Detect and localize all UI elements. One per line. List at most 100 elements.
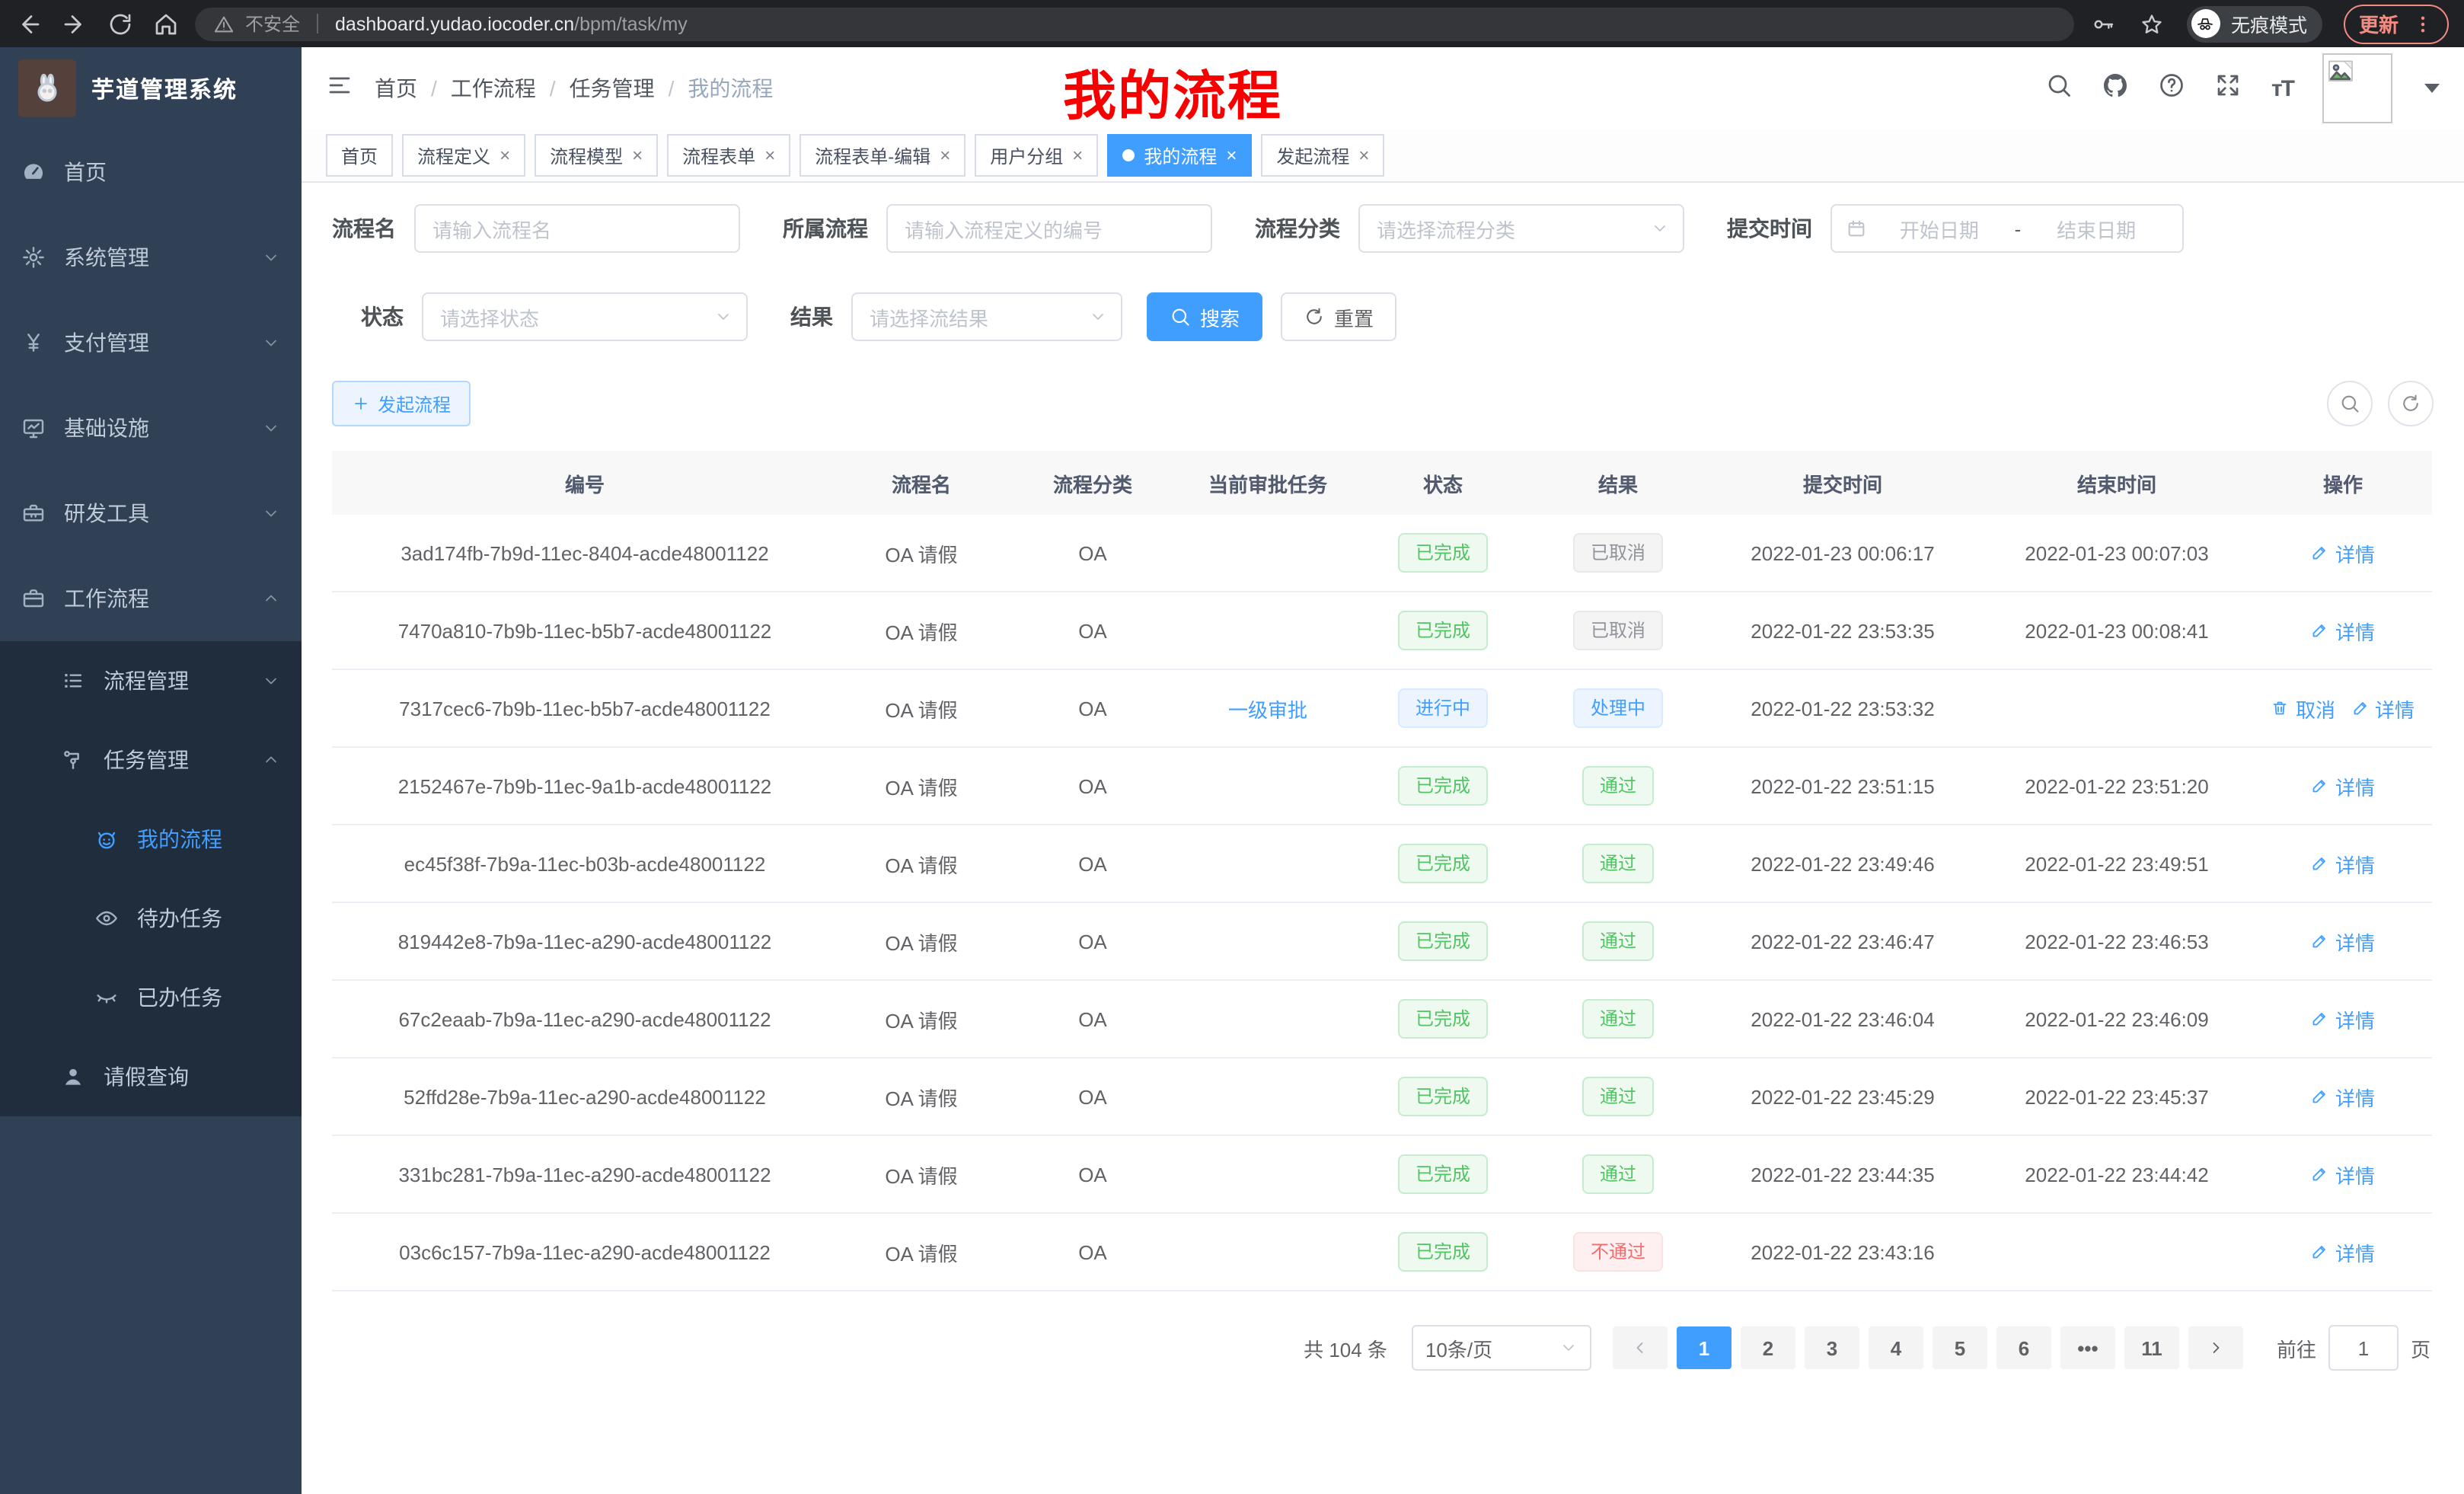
page-size-select[interactable]: 10条/页 (1412, 1325, 1591, 1371)
result-badge: 通过 (1583, 921, 1653, 961)
sidebar-item-workflow[interactable]: 工作流程 (0, 556, 302, 641)
sidebar-item-process-mgmt[interactable]: 流程管理 (0, 641, 302, 720)
submit-time-range-picker[interactable]: 开始日期 - 结束日期 (1830, 204, 2184, 253)
sidebar-item-devtools[interactable]: 研发工具 (0, 471, 302, 556)
breadcrumb-item[interactable]: 工作流程 (451, 73, 536, 104)
detail-action-link[interactable]: 详情 (2311, 849, 2375, 878)
cell-submit-time: 2022-01-22 23:46:47 (1706, 930, 1980, 953)
browser-menu-dots-icon[interactable] (2412, 13, 2434, 34)
start-process-button[interactable]: 发起流程 (332, 381, 471, 426)
sidebar-collapse-icon[interactable] (326, 71, 353, 106)
font-size-icon[interactable]: тT (2271, 75, 2293, 101)
breadcrumb-item[interactable]: 任务管理 (570, 73, 655, 104)
cell-actions: 详情 (2254, 616, 2432, 645)
sidebar-item-todo-tasks[interactable]: 待办任务 (0, 879, 302, 958)
cell-id: 7317cec6-7b9b-11ec-b5b7-acde48001122 (332, 697, 838, 720)
status-select[interactable]: 请选择状态 (422, 292, 748, 341)
cell-status: 已完成 (1355, 1077, 1530, 1116)
show-search-button[interactable] (2327, 381, 2373, 426)
tab-close-icon[interactable]: × (764, 146, 775, 164)
tab-process-form-edit[interactable]: 流程表单-编辑× (800, 134, 965, 177)
browser-reload-icon[interactable] (107, 10, 134, 37)
detail-action-link[interactable]: 详情 (2311, 1160, 2375, 1189)
sidebar-item-my-process[interactable]: 我的流程 (0, 800, 302, 879)
current-task-link[interactable]: 一级审批 (1228, 694, 1307, 723)
github-icon[interactable] (2102, 71, 2130, 106)
cell-end-time: 2022-01-22 23:45:37 (1980, 1085, 2254, 1108)
cell-status: 已完成 (1355, 766, 1530, 806)
avatar-dropdown-caret-icon[interactable] (2424, 84, 2440, 93)
cell-status: 已完成 (1355, 1154, 1530, 1194)
sidebar-item-home[interactable]: 首页 (0, 129, 302, 215)
detail-action-link[interactable]: 详情 (2311, 1237, 2375, 1266)
prev-page-button[interactable] (1613, 1326, 1668, 1369)
filter-result-label: 结果 (790, 302, 833, 332)
tab-close-icon[interactable]: × (1072, 146, 1083, 164)
tab-close-icon[interactable]: × (1358, 146, 1369, 164)
reset-button[interactable]: 重置 (1281, 292, 1396, 341)
cancel-action-link[interactable]: 取消 (2271, 694, 2335, 723)
browser-forward-icon[interactable] (61, 10, 88, 37)
cell-actions: 详情 (2254, 771, 2432, 800)
sidebar-item-infra[interactable]: 基础设施 (0, 385, 302, 471)
detail-action-link[interactable]: 详情 (2311, 771, 2375, 800)
tab-close-icon[interactable]: × (632, 146, 643, 164)
fullscreen-icon[interactable] (2215, 71, 2242, 106)
password-key-icon[interactable] (2089, 10, 2117, 37)
page-button-11[interactable]: 11 (2124, 1326, 2179, 1369)
browser-back-icon[interactable] (15, 10, 43, 37)
cell-submit-time: 2022-01-22 23:46:04 (1706, 1007, 1980, 1030)
detail-action-link[interactable]: 详情 (2311, 616, 2375, 645)
tab-start-process[interactable]: 发起流程× (1261, 134, 1384, 177)
detail-action-link[interactable]: 详情 (2311, 1082, 2375, 1111)
bookmark-star-icon[interactable] (2138, 10, 2166, 37)
sidebar-item-system[interactable]: 系统管理 (0, 215, 302, 300)
page-button-2[interactable]: 2 (1741, 1326, 1795, 1369)
detail-action-link[interactable]: 详情 (2351, 694, 2415, 723)
detail-action-link[interactable]: 详情 (2311, 1004, 2375, 1033)
page-button-5[interactable]: 5 (1933, 1326, 1987, 1369)
sidebar-item-task-mgmt[interactable]: 任务管理 (0, 720, 302, 800)
address-bar[interactable]: 不安全 dashboard.yudao.iocoder.cn/bpm/task/… (195, 7, 2074, 40)
tab-home[interactable]: 首页 (326, 134, 393, 177)
sidebar-item-done-tasks[interactable]: 已办任务 (0, 958, 302, 1037)
briefcase-icon (21, 586, 46, 611)
column-header: 流程分类 (1005, 468, 1180, 497)
search-icon[interactable] (2046, 71, 2073, 106)
category-select[interactable]: 请选择流程分类 (1358, 204, 1684, 253)
help-icon[interactable] (2159, 71, 2186, 106)
tab-process-model[interactable]: 流程模型× (535, 134, 658, 177)
goto-page-input[interactable]: 1 (2328, 1325, 2399, 1371)
tab-close-icon[interactable]: × (1226, 146, 1237, 164)
page-button-6[interactable]: 6 (1996, 1326, 2051, 1369)
page-button-4[interactable]: 4 (1869, 1326, 1923, 1369)
next-page-button[interactable] (2188, 1326, 2243, 1369)
tab-close-icon[interactable]: × (940, 146, 950, 164)
user-icon (61, 1065, 85, 1089)
tab-process-definition[interactable]: 流程定义× (402, 134, 525, 177)
tab-user-group[interactable]: 用户分组× (975, 134, 1098, 177)
sidebar-item-leave-query[interactable]: 请假查询 (0, 1037, 302, 1116)
chevron-down-icon (262, 334, 280, 352)
url-separator (317, 14, 318, 34)
tab-close-icon[interactable]: × (500, 146, 510, 164)
refresh-table-button[interactable] (2388, 381, 2434, 426)
avatar[interactable] (2322, 53, 2392, 123)
page-button-1[interactable]: 1 (1677, 1326, 1732, 1369)
result-select[interactable]: 请选择流结果 (851, 292, 1122, 341)
search-button[interactable]: 搜索 (1147, 292, 1262, 341)
browser-home-icon[interactable] (152, 10, 180, 37)
process-name-input[interactable]: 请输入流程名 (414, 204, 740, 253)
page-ellipsis[interactable]: ••• (2060, 1326, 2115, 1369)
detail-action-link[interactable]: 详情 (2311, 927, 2375, 956)
tab-my-process[interactable]: 我的流程× (1107, 134, 1252, 177)
detail-action-link[interactable]: 详情 (2311, 538, 2375, 567)
tab-process-form[interactable]: 流程表单× (667, 134, 790, 177)
sidebar-item-payment[interactable]: 支付管理 (0, 300, 302, 385)
breadcrumb-item[interactable]: 首页 (375, 73, 417, 104)
column-header: 结束时间 (1980, 468, 2254, 497)
process-definition-input[interactable]: 请输入流程定义的编号 (886, 204, 1212, 253)
browser-update-button[interactable]: 更新 (2344, 4, 2449, 43)
page-button-3[interactable]: 3 (1805, 1326, 1859, 1369)
cell-status: 已完成 (1355, 921, 1530, 961)
